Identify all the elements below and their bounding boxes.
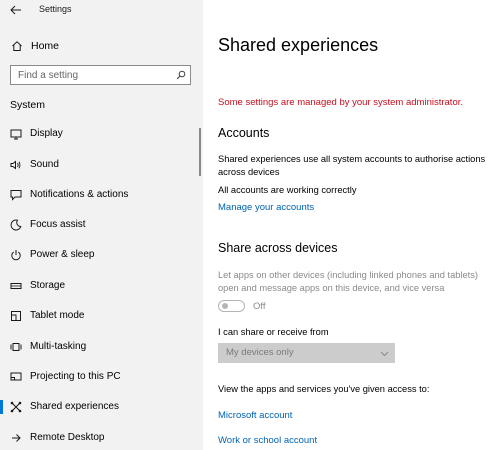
sidebar-item-multitasking[interactable]: Multi-tasking: [0, 335, 203, 359]
sidebar-item-display[interactable]: Display: [0, 122, 203, 146]
tablet-mode-icon: [10, 310, 22, 322]
share-from-dropdown[interactable]: My devices only: [218, 343, 395, 363]
sidebar-item-power-sleep[interactable]: Power & sleep: [0, 243, 203, 267]
sidebar-item-label: Notifications & actions: [30, 189, 129, 200]
sidebar-item-label: Power & sleep: [30, 249, 95, 260]
toggle-knob: [222, 303, 228, 309]
share-across-heading: Share across devices: [218, 241, 338, 255]
accounts-description: Shared experiences use all system accoun…: [218, 154, 486, 177]
storage-icon: [10, 280, 22, 292]
sidebar-item-label: Remote Desktop: [30, 432, 105, 443]
accounts-heading: Accounts: [218, 126, 270, 140]
home-label: Home: [31, 40, 60, 52]
sidebar-item-label: Multi-tasking: [30, 341, 87, 352]
display-icon: [10, 128, 22, 140]
share-across-toggle[interactable]: [218, 300, 245, 312]
active-indicator: [0, 400, 3, 414]
back-arrow-icon[interactable]: [9, 3, 23, 17]
admin-warning: Some settings are managed by your system…: [218, 97, 464, 108]
sidebar-item-label: Display: [30, 128, 63, 139]
manage-accounts-link[interactable]: Manage your accounts: [218, 202, 314, 213]
power-icon: [10, 249, 22, 261]
search-input[interactable]: [11, 66, 178, 84]
content-pane: Shared experiences Some settings are man…: [203, 0, 499, 450]
page-title: Shared experiences: [218, 35, 379, 55]
microsoft-account-link[interactable]: Microsoft account: [218, 410, 292, 421]
share-receive-label: I can share or receive from: [218, 327, 329, 337]
search-box[interactable]: [10, 65, 191, 85]
multitasking-icon: [10, 341, 22, 353]
dropdown-value: My devices only: [226, 347, 294, 358]
sidebar-item-label: Storage: [30, 280, 66, 291]
remote-desktop-icon: [10, 432, 22, 444]
sidebar-item-label: Shared experiences: [30, 401, 119, 412]
chevron-down-icon: [380, 349, 389, 358]
work-school-account-link[interactable]: Work or school account: [218, 435, 317, 446]
search-icon[interactable]: [176, 70, 186, 80]
sidebar-item-remote-desktop[interactable]: Remote Desktop: [0, 426, 203, 450]
sidebar-item-storage[interactable]: Storage: [0, 274, 203, 298]
app-title: Settings: [39, 4, 72, 14]
home-icon: [11, 40, 23, 52]
share-across-description: Let apps on other devices (including lin…: [218, 270, 478, 293]
sidebar-item-notifications[interactable]: Notifications & actions: [0, 183, 203, 207]
focus-assist-icon: [10, 219, 22, 231]
sidebar-item-label: Sound: [30, 159, 59, 170]
sidebar-item-projecting[interactable]: Projecting to this PC: [0, 365, 203, 389]
accounts-status: All accounts are working correctly: [218, 185, 357, 195]
sidebar-item-label: Focus assist: [30, 219, 86, 230]
sidebar-item-focus-assist[interactable]: Focus assist: [0, 213, 203, 237]
access-label: View the apps and services you've given …: [218, 384, 430, 394]
shared-experiences-icon: [10, 401, 22, 413]
projecting-icon: [10, 371, 22, 383]
sidebar: Settings Home System Display: [0, 0, 203, 450]
sidebar-item-label: Projecting to this PC: [30, 371, 121, 382]
notifications-icon: [10, 189, 22, 201]
sidebar-item-shared-experiences[interactable]: Shared experiences: [0, 395, 203, 419]
sidebar-scrollbar[interactable]: [199, 128, 201, 176]
sidebar-item-sound[interactable]: Sound: [0, 153, 203, 177]
sidebar-item-tablet-mode[interactable]: Tablet mode: [0, 304, 203, 328]
toggle-state-label: Off: [253, 301, 266, 312]
sound-icon: [10, 159, 22, 171]
section-title: System: [10, 99, 46, 111]
home-nav-item[interactable]: Home: [0, 36, 203, 56]
sidebar-item-label: Tablet mode: [30, 310, 85, 321]
